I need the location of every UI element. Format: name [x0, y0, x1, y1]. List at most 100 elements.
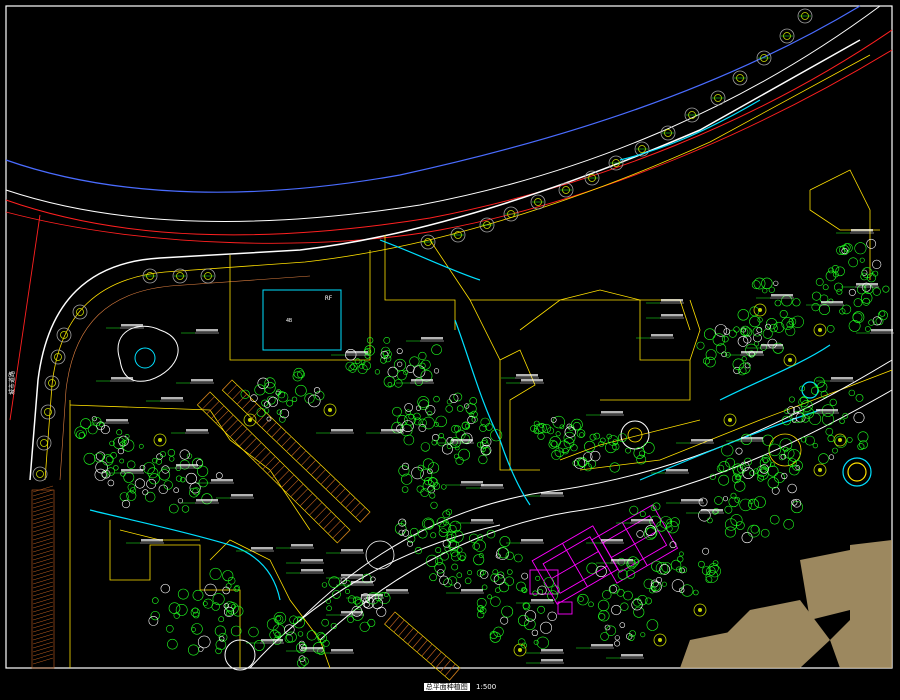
shrub-cloud-icon: [639, 510, 646, 517]
shrub-cloud-icon: [401, 462, 410, 471]
shrub-cloud-icon: [696, 341, 705, 350]
shrub-cloud-icon: [779, 309, 788, 318]
shrub-cloud-icon: [361, 361, 371, 371]
shrub-cloud-icon: [821, 413, 835, 426]
shrub-cloud-icon: [426, 410, 433, 417]
shrub-cloud-icon: [623, 590, 633, 601]
shrub-cloud-icon: [448, 576, 458, 586]
shrub-cloud-icon: [458, 448, 470, 461]
plant-label-mark: [521, 379, 543, 382]
shrub-cloud-icon: [549, 436, 561, 448]
pergola-slat: [345, 497, 356, 509]
shrub-cloud-icon: [188, 644, 200, 656]
shrub-cloud-icon: [177, 588, 189, 600]
site-plan-canvas[interactable]: RF 4B 城市道路: [0, 0, 900, 700]
shrub-cloud-icon: [846, 436, 853, 443]
shrub-cloud-icon: [181, 505, 190, 513]
shrub-cloud-icon: [782, 446, 789, 453]
shrub-cloud-icon: [551, 440, 558, 448]
shrub-cloud-icon: [167, 449, 176, 457]
shrub-cloud-icon: [306, 630, 317, 641]
shrub-cloud-icon: [808, 412, 822, 425]
shrub-cloud-icon: [150, 610, 160, 621]
shrub-cloud-icon: [573, 457, 586, 469]
tree-circle-icon: [518, 648, 522, 652]
shrub-cloud-icon: [605, 625, 617, 636]
plant-label-mark: [361, 594, 383, 597]
cad-drawing-viewport[interactable]: RF 4B 城市道路 总平面种植图 1:500: [0, 0, 900, 700]
shrub-cloud-icon: [862, 297, 871, 306]
shrub-cloud-icon: [478, 553, 484, 558]
shrub-cloud-icon: [661, 581, 667, 587]
shrub-cloud-icon: [652, 502, 661, 511]
left-tree-row: [32, 304, 88, 482]
plant-label-mark: [381, 429, 403, 432]
pergola-slat: [227, 384, 238, 396]
shrub-cloud-icon: [223, 603, 230, 609]
shrub-cloud-icon: [464, 577, 472, 585]
plant-label-mark: [856, 283, 878, 286]
shrub-cloud-icon: [420, 359, 431, 370]
shrub-cloud-icon: [513, 553, 523, 563]
plant-label-mark: [451, 439, 473, 442]
left-road-label: 城市道路: [8, 371, 16, 395]
shrub-cloud-icon: [456, 546, 463, 553]
plant-label-mark: [121, 324, 143, 327]
shrub-cloud-icon: [705, 349, 717, 360]
shrub-cloud-icon: [457, 551, 467, 561]
shrub-cloud-icon: [767, 477, 779, 489]
shrub-cloud-icon: [406, 540, 413, 547]
shrub-cloud-icon: [121, 499, 131, 509]
shrub-cloud-icon: [148, 616, 159, 626]
shrub-cloud-icon: [505, 551, 514, 560]
pergola-slat: [325, 478, 336, 490]
plant-label-mark: [141, 539, 163, 542]
pergola-slat: [416, 639, 428, 653]
shrub-cloud-icon: [644, 597, 652, 605]
pergola-slat: [291, 445, 302, 457]
pergola-slat: [276, 431, 287, 443]
shrub-cloud-icon: [404, 403, 414, 412]
shrub-cloud-icon: [754, 496, 766, 508]
shrub-cloud-icon: [286, 399, 294, 407]
shrub-cloud-icon: [401, 486, 409, 493]
shrub-cloud-icon: [433, 395, 440, 403]
plant-label-mark: [461, 589, 483, 592]
plant-label-mark: [661, 314, 683, 317]
svg-text:4B: 4B: [286, 318, 292, 324]
shrub-cloud-icon: [818, 453, 829, 464]
plant-label-mark: [471, 519, 493, 522]
shrub-cloud-icon: [152, 597, 159, 604]
shrub-cloud-icon: [712, 333, 726, 346]
residential-buildings: [680, 540, 892, 668]
shrub-cloud-icon: [425, 554, 439, 568]
tree-circle-icon: [72, 304, 88, 320]
shrub-cloud-icon: [706, 517, 713, 524]
pergola-slat: [393, 619, 405, 633]
shrub-cloud-icon: [482, 446, 491, 455]
tree-circle-icon: [40, 404, 56, 420]
shrub-cloud-icon: [728, 329, 737, 338]
plant-label-mark: [611, 559, 633, 562]
shrub-cloud-icon: [822, 284, 829, 291]
shrub-cloud-icon: [431, 344, 442, 356]
shrub-cloud-icon: [80, 418, 92, 430]
shrub-cloud-icon: [737, 336, 749, 347]
drawing-title-block: 总平面种植图 1:500: [380, 680, 540, 694]
plant-label-mark: [661, 299, 683, 302]
plant-label-mark: [341, 611, 363, 614]
plant-label-mark: [701, 509, 723, 512]
plant-label-mark: [106, 419, 128, 422]
shrub-cloud-icon: [865, 326, 871, 332]
plant-label-mark: [176, 464, 198, 467]
shrub-cloud-icon: [788, 396, 795, 403]
shrub-cloud-icon: [253, 640, 265, 651]
plant-label-mark: [681, 499, 703, 502]
shrub-cloud-icon: [832, 447, 838, 454]
shrub-cloud-icon: [811, 303, 820, 312]
shrub-cloud-icon: [533, 423, 545, 434]
shrub-cloud-icon: [614, 635, 620, 641]
plant-label-mark: [816, 409, 838, 412]
shrub-cloud-icon: [479, 424, 487, 432]
shrub-cloud-icon: [747, 498, 759, 510]
